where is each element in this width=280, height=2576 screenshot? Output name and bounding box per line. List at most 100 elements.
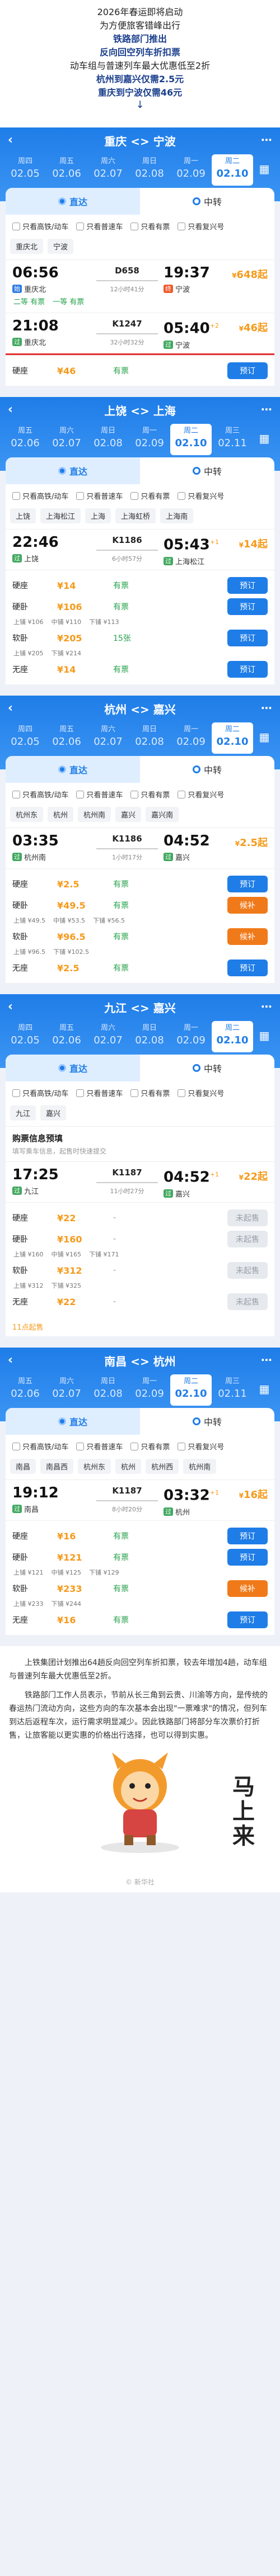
calendar-icon[interactable]: ▦	[253, 154, 276, 186]
date-item[interactable]: 周日 02.08	[129, 1021, 170, 1052]
waitlist-button[interactable]: 候补	[227, 897, 268, 914]
tab-transfer[interactable]: 中转	[140, 756, 274, 783]
filter-checkbox[interactable]: 只看复兴号	[175, 1086, 226, 1100]
station-chip[interactable]: 杭州东	[78, 1459, 111, 1474]
train-card[interactable]: 17:25 过九江 K1187 11小时27分 04:52+1 过嘉兴 ¥22起	[6, 1161, 274, 1202]
train-card[interactable]: 22:46 过上饶 K1186 6小时57分 05:43+1 过上海松江 ¥14起	[6, 529, 274, 570]
date-item[interactable]: 周日 02.08	[87, 424, 129, 455]
filter-checkbox[interactable]: 只看有票	[128, 787, 172, 801]
back-arrow-icon[interactable]: ‹	[8, 403, 13, 417]
book-button[interactable]: 预订	[227, 876, 268, 892]
station-chip[interactable]: 上海松江	[40, 508, 81, 523]
back-arrow-icon[interactable]: ‹	[8, 133, 13, 147]
station-chip[interactable]: 嘉兴	[40, 1105, 67, 1121]
date-item[interactable]: 周一 02.09	[170, 722, 212, 754]
calendar-icon[interactable]: ▦	[253, 722, 276, 754]
station-chip[interactable]: 南昌	[10, 1459, 36, 1474]
back-arrow-icon[interactable]: ‹	[8, 1353, 13, 1367]
date-item[interactable]: 周四 02.05	[4, 154, 46, 186]
filter-checkbox[interactable]: 只看高铁/动车	[10, 489, 71, 503]
calendar-icon[interactable]: ▦	[253, 1021, 276, 1052]
date-item-selected[interactable]: 周二 02.10	[170, 424, 212, 455]
station-chip[interactable]: 杭州南	[78, 807, 111, 822]
more-icon[interactable]: ⋯	[261, 403, 272, 416]
date-item[interactable]: 周五 02.06	[46, 1021, 87, 1052]
date-item[interactable]: 周日 02.08	[129, 722, 170, 754]
more-icon[interactable]: ⋯	[261, 1000, 272, 1013]
calendar-icon[interactable]: ▦	[253, 424, 276, 455]
tab-direct[interactable]: 直达	[6, 1055, 140, 1081]
date-item[interactable]: 周日 02.08	[129, 154, 170, 186]
filter-checkbox[interactable]: 只看复兴号	[175, 1439, 226, 1453]
filter-checkbox[interactable]: 只看普速车	[74, 1086, 125, 1100]
date-item-selected[interactable]: 周二 02.10	[170, 1374, 212, 1406]
tab-direct[interactable]: 直达	[6, 188, 140, 215]
station-chip[interactable]: 重庆北	[10, 239, 44, 254]
filter-checkbox[interactable]: 只看普速车	[74, 787, 125, 801]
date-item[interactable]: 周三 02.11	[212, 1374, 253, 1406]
filter-checkbox[interactable]: 只看有票	[128, 219, 172, 233]
station-chip[interactable]: 上海	[85, 508, 111, 523]
date-item[interactable]: 周六 02.07	[46, 424, 87, 455]
waitlist-button[interactable]: 候补	[227, 928, 268, 945]
book-button[interactable]: 预订	[227, 959, 268, 976]
date-item-selected[interactable]: 周二 02.10	[212, 1021, 253, 1052]
date-item-selected[interactable]: 周二 02.10	[212, 154, 253, 186]
station-chip[interactable]: 上海南	[160, 508, 194, 523]
station-chip[interactable]: 嘉兴	[115, 807, 142, 822]
date-item[interactable]: 周六 02.07	[87, 1021, 129, 1052]
station-chip[interactable]: 杭州南	[183, 1459, 217, 1474]
not-on-sale-button[interactable]: 未起售	[227, 1293, 268, 1310]
station-chip[interactable]: 上海虹桥	[115, 508, 156, 523]
date-item[interactable]: 周三 02.11	[212, 424, 253, 455]
filter-checkbox[interactable]: 只看高铁/动车	[10, 219, 71, 233]
filter-checkbox[interactable]: 只看复兴号	[175, 219, 226, 233]
tab-direct[interactable]: 直达	[6, 457, 140, 484]
date-item[interactable]: 周一 02.09	[170, 154, 212, 186]
tab-direct[interactable]: 直达	[6, 756, 140, 783]
date-item[interactable]: 周六 02.07	[87, 722, 129, 754]
date-item[interactable]: 周五 02.06	[4, 424, 46, 455]
filter-checkbox[interactable]: 只看普速车	[74, 1439, 125, 1453]
waitlist-button[interactable]: 候补	[227, 1580, 268, 1597]
not-on-sale-button[interactable]: 未起售	[227, 1231, 268, 1247]
station-chip[interactable]: 杭州东	[10, 807, 44, 822]
filter-checkbox[interactable]: 只看高铁/动车	[10, 1439, 71, 1453]
date-item[interactable]: 周一 02.09	[129, 424, 170, 455]
date-item[interactable]: 周六 02.07	[46, 1374, 87, 1406]
station-chip[interactable]: 九江	[10, 1105, 36, 1121]
filter-checkbox[interactable]: 只看高铁/动车	[10, 1086, 71, 1100]
filter-checkbox[interactable]: 只看复兴号	[175, 787, 226, 801]
station-chip[interactable]: 嘉兴南	[146, 807, 179, 822]
station-chip[interactable]: 杭州	[48, 807, 74, 822]
train-card[interactable]: 03:35 过杭州南 K1186 1小时17分 04:52 过嘉兴 ¥2.5起	[6, 828, 274, 868]
more-icon[interactable]: ⋯	[261, 133, 272, 146]
date-item-selected[interactable]: 周二 02.10	[212, 722, 253, 754]
filter-checkbox[interactable]: 只看高铁/动车	[10, 787, 71, 801]
train-card[interactable]: 06:56 始重庆北 D658 12小时41分 19:37 终宁波 ¥648起 二等 …	[6, 259, 274, 313]
calendar-icon[interactable]: ▦	[253, 1374, 276, 1406]
book-button[interactable]: 预订	[227, 630, 268, 646]
date-item[interactable]: 周一 02.09	[129, 1374, 170, 1406]
station-chip[interactable]: 南昌西	[40, 1459, 74, 1474]
filter-checkbox[interactable]: 只看有票	[128, 1086, 172, 1100]
date-item[interactable]: 周日 02.08	[87, 1374, 129, 1406]
tab-transfer[interactable]: 中转	[140, 188, 274, 215]
back-arrow-icon[interactable]: ‹	[8, 701, 13, 715]
book-button[interactable]: 预订	[227, 577, 268, 594]
tab-transfer[interactable]: 中转	[140, 457, 274, 484]
date-item[interactable]: 周四 02.05	[4, 722, 46, 754]
tab-transfer[interactable]: 中转	[140, 1055, 274, 1081]
book-button[interactable]: 预订	[227, 661, 268, 678]
filter-checkbox[interactable]: 只看普速车	[74, 219, 125, 233]
tab-direct[interactable]: 直达	[6, 1408, 140, 1435]
filter-checkbox[interactable]: 只看有票	[128, 1439, 172, 1453]
book-button[interactable]: 预订	[227, 598, 268, 615]
more-icon[interactable]: ⋯	[261, 701, 272, 715]
station-chip[interactable]: 宁波	[48, 239, 74, 254]
train-card-highlight[interactable]: 21:08 过重庆北 K1247 32小时32分 05:40+2 过宁波 ¥46起	[6, 313, 274, 353]
station-chip[interactable]: 杭州西	[146, 1459, 179, 1474]
book-button[interactable]: 预订	[227, 362, 268, 379]
tab-transfer[interactable]: 中转	[140, 1408, 274, 1435]
date-item[interactable]: 周五 02.06	[4, 1374, 46, 1406]
